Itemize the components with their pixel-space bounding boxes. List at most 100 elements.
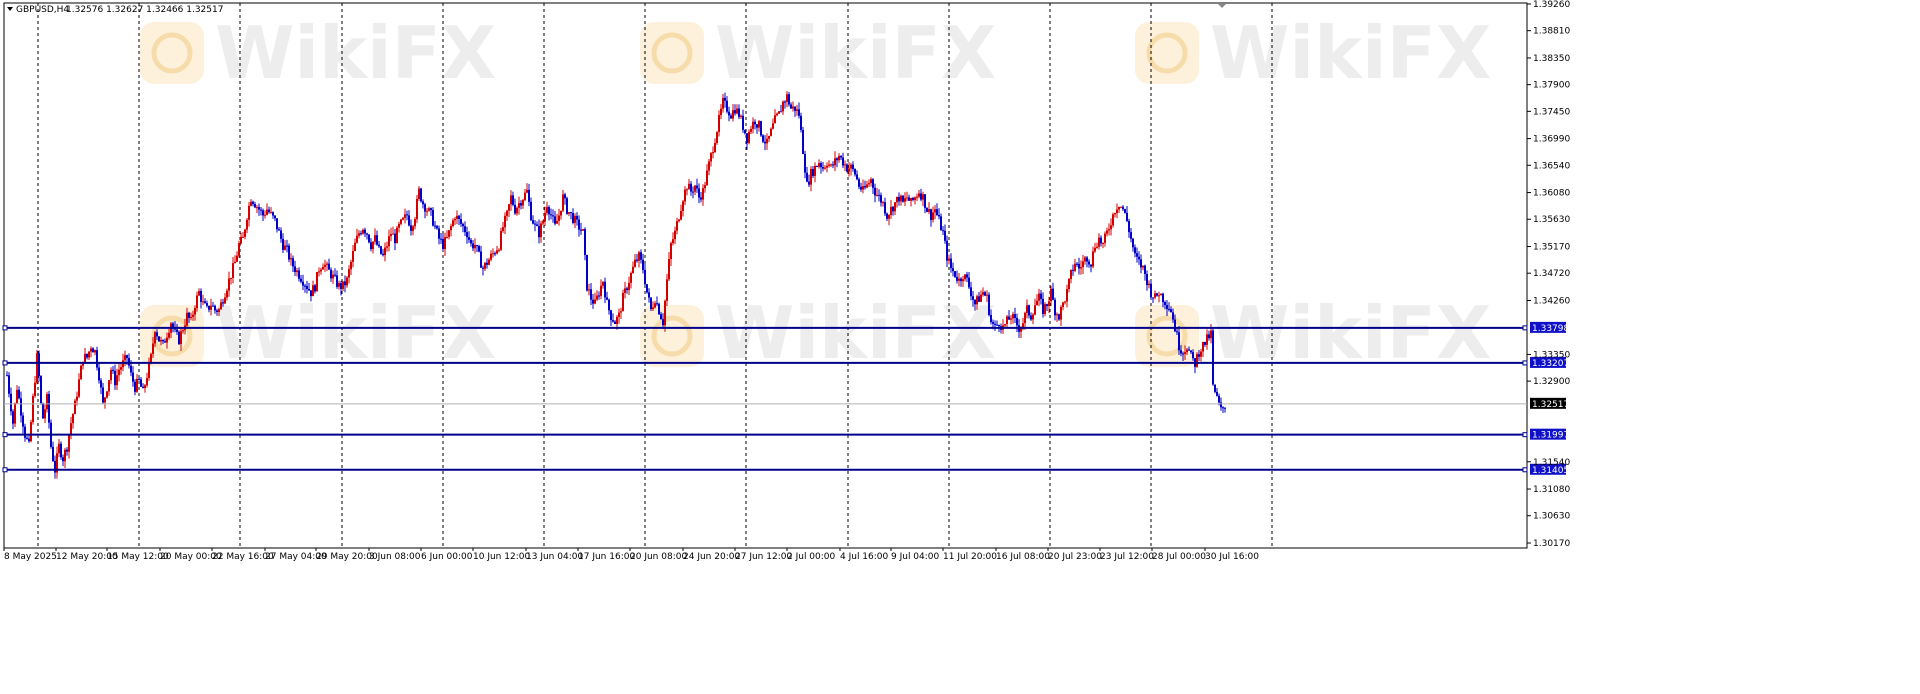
level-anchor-right[interactable] — [1522, 432, 1528, 438]
candle-body — [796, 109, 798, 111]
candle-body — [996, 324, 998, 326]
candle-body — [888, 215, 890, 219]
candle-body — [426, 210, 428, 212]
candle — [230, 277, 232, 285]
level-anchor-right[interactable] — [1522, 467, 1528, 473]
candle — [200, 288, 202, 309]
candle-body — [960, 278, 962, 282]
candle — [244, 228, 246, 240]
candle-body — [1184, 352, 1186, 354]
level-anchor-left[interactable] — [2, 325, 8, 331]
candle-body — [54, 461, 56, 473]
level-anchor-right[interactable] — [1522, 360, 1528, 366]
candle — [774, 109, 776, 124]
candle — [308, 283, 310, 291]
chart-window[interactable]: WikiFX WikiFX WikiFX WikiFX WikiFX WikiF… — [0, 0, 1920, 694]
candle-body — [976, 296, 978, 305]
candle-body — [992, 322, 994, 324]
candle-body — [852, 164, 854, 170]
candle — [538, 219, 540, 244]
candle — [1118, 206, 1120, 213]
candlestick-chart[interactable]: WikiFX WikiFX WikiFX WikiFX WikiFX WikiF… — [0, 0, 1920, 694]
candle — [134, 379, 136, 396]
candle-body — [448, 230, 450, 237]
candle-body — [168, 332, 170, 338]
candle-body — [1098, 237, 1100, 247]
candle-body — [1156, 293, 1158, 296]
candle — [878, 189, 880, 202]
candle — [362, 228, 364, 235]
candle — [202, 294, 204, 306]
candle — [472, 239, 474, 252]
candle — [68, 434, 70, 459]
candle-body — [458, 215, 460, 219]
candle-body — [598, 295, 600, 297]
level-anchor-left[interactable] — [2, 432, 8, 438]
candle-body — [366, 233, 368, 235]
candle-body — [644, 269, 646, 285]
candle-body — [1024, 312, 1026, 324]
candle — [6, 371, 8, 377]
candle-body — [20, 398, 22, 416]
candle-body — [296, 270, 298, 272]
candle — [262, 208, 264, 222]
candle-body — [18, 389, 20, 399]
shift-marker-icon[interactable] — [1218, 4, 1226, 8]
candle-body — [1026, 305, 1028, 313]
candle-body — [154, 332, 156, 344]
candle — [762, 134, 764, 144]
candle-body — [368, 234, 370, 243]
candle — [292, 255, 294, 273]
price-tick-label: 1.37900 — [1533, 81, 1570, 91]
candle-body — [920, 193, 922, 200]
candle — [1066, 284, 1068, 308]
candle-body — [248, 205, 250, 220]
candle — [74, 398, 76, 415]
watermark-layer: WikiFX WikiFX WikiFX WikiFX WikiFX WikiF… — [140, 11, 1491, 375]
candle — [968, 272, 970, 290]
candle — [106, 391, 108, 399]
candle — [348, 265, 350, 284]
candle-body — [674, 230, 676, 240]
candle-body — [52, 446, 54, 462]
candle-body — [408, 215, 410, 226]
candle-body — [824, 167, 826, 169]
candle-body — [428, 208, 430, 211]
candle-body — [706, 170, 708, 186]
candle-body — [974, 299, 976, 305]
candle — [798, 102, 800, 119]
horizontal-level-line[interactable]: 1.31997 — [2, 428, 1569, 441]
level-anchor-right[interactable] — [1522, 325, 1528, 331]
candle — [458, 214, 460, 226]
candle-body — [668, 259, 670, 280]
horizontal-level-line[interactable]: 1.31405 — [2, 463, 1569, 476]
candle-body — [836, 158, 838, 161]
candle-body — [1218, 395, 1220, 403]
level-anchor-left[interactable] — [2, 360, 8, 366]
candle — [84, 347, 86, 363]
candle — [744, 129, 746, 135]
candle — [680, 204, 682, 221]
candle — [330, 267, 332, 282]
candle — [872, 178, 874, 195]
candle — [882, 200, 884, 207]
candle — [360, 230, 362, 236]
time-tick-label: 13 Jun 04:00 — [526, 552, 583, 562]
candle-body — [514, 204, 516, 214]
candle-body — [698, 188, 700, 198]
candle-body — [392, 233, 394, 235]
candle — [876, 187, 878, 197]
level-anchor-left[interactable] — [2, 467, 8, 473]
candle-body — [206, 303, 208, 306]
candle — [454, 216, 456, 225]
candle-body — [934, 209, 936, 213]
candle — [338, 280, 340, 290]
chevron-down-icon[interactable] — [7, 7, 13, 11]
candle — [402, 216, 404, 221]
candle — [324, 259, 326, 272]
candle-body — [446, 236, 448, 238]
candle-body — [682, 201, 684, 211]
candle — [820, 161, 822, 174]
candle-body — [510, 195, 512, 205]
candle-body — [782, 101, 784, 112]
